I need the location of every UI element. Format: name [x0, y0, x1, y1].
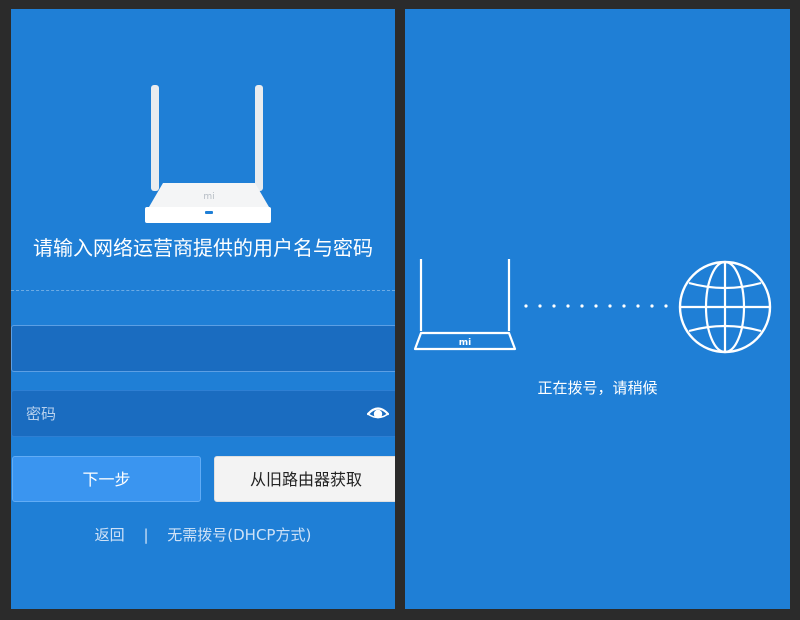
- username-field[interactable]: [11, 325, 395, 372]
- router-icon: mi: [145, 85, 271, 223]
- password-field[interactable]: [11, 390, 395, 437]
- divider: [11, 290, 395, 291]
- page-title: 请输入网络运营商提供的用户名与密码: [33, 236, 373, 260]
- fetch-from-old-router-button[interactable]: 从旧路由器获取: [214, 456, 395, 502]
- setup-panel: mi 请输入网络运营商提供的用户名与密码 下一步 从旧路由器获取 返回 | 无需…: [11, 9, 395, 609]
- connecting-dots: [524, 304, 668, 308]
- router-brand-mark: mi: [203, 192, 214, 202]
- router-outline-icon: mi: [413, 259, 517, 351]
- next-button[interactable]: 下一步: [12, 456, 201, 502]
- no-dial-dhcp-link[interactable]: 无需拨号(DHCP方式): [167, 526, 311, 544]
- dialing-status: 正在拨号，请稍候: [537, 379, 658, 397]
- link-separator: |: [143, 526, 149, 544]
- globe-icon: [678, 260, 772, 354]
- eye-icon[interactable]: [367, 403, 389, 423]
- dialing-panel: mi 正在拨号，请稍候: [405, 9, 790, 609]
- back-link[interactable]: 返回: [95, 526, 125, 544]
- router-brand-mark: mi: [459, 338, 471, 348]
- footer-links: 返回 | 无需拨号(DHCP方式): [11, 524, 395, 545]
